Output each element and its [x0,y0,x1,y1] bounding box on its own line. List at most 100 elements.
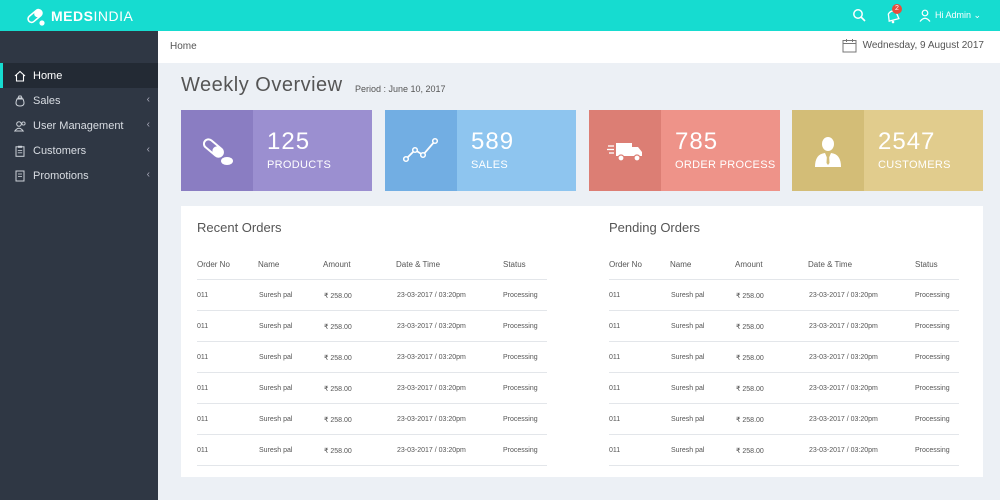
customer-name: Suresh pal [259,292,293,299]
table-row[interactable]: 011 Suresh pal ₹ 258.00 23-03-2017 / 03:… [609,311,959,342]
sidebar-item-promotions[interactable]: Promotions ‹ [0,163,158,188]
notification-badge: 2 [892,4,902,14]
amount: ₹ 258.00 [736,293,764,300]
order-status: Processing [503,354,538,361]
amount: ₹ 258.00 [324,417,352,424]
pending-orders-table: Order No Name Amount Date & Time Status … [609,250,959,466]
table-row[interactable]: 011 Suresh pal ₹ 258.00 23-03-2017 / 03:… [609,404,959,435]
section-title: Pending Orders [609,220,701,235]
order-status: Processing [915,354,950,361]
customer-name: Suresh pal [259,385,293,392]
stat-card-sales[interactable]: 589 SALES [385,110,576,191]
order-status: Processing [915,292,950,299]
sidebar-item-label: Home [33,69,63,82]
table-row[interactable]: 011 Suresh pal ₹ 258.00 23-03-2017 / 03:… [197,404,547,435]
column-header[interactable]: Name [258,260,279,269]
order-no: 011 [197,323,209,330]
chevron-left-icon: ‹ [146,94,150,105]
breadcrumb-bar: Home Wednesday, 9 August 2017 [158,31,1000,63]
order-status: Processing [503,323,538,330]
stat-card-products[interactable]: 125 PRODUCTS [181,110,372,191]
customer-icon [815,136,841,167]
customer-name: Suresh pal [259,354,293,361]
customer-name: Suresh pal [671,416,705,423]
stat-card-customers[interactable]: 2547 CUSTOMERS [792,110,983,191]
order-no: 011 [197,385,209,392]
order-status: Processing [915,447,950,454]
customer-name: Suresh pal [671,323,705,330]
stat-value: 125 [267,128,311,155]
stat-label: CUSTOMERS [878,159,951,171]
order-no: 011 [609,385,621,392]
stat-value: 2547 [878,128,936,155]
user-menu[interactable]: Hi Admin ⌄ [935,10,981,21]
table-row[interactable]: 011 Suresh pal ₹ 258.00 23-03-2017 / 03:… [609,342,959,373]
order-status: Processing [915,323,950,330]
stat-label: SALES [471,159,508,171]
column-header[interactable]: Date & Time [396,260,440,269]
table-row[interactable]: 011 Suresh pal ₹ 258.00 23-03-2017 / 03:… [197,342,547,373]
section-title: Recent Orders [197,220,282,235]
sidebar-item-label: Customers [33,144,87,157]
order-status: Processing [503,292,538,299]
stat-value: 589 [471,128,515,155]
tag-icon [15,170,25,181]
table-row[interactable]: 011 Suresh pal ₹ 258.00 23-03-2017 / 03:… [197,435,547,466]
search-icon[interactable] [852,8,866,22]
sidebar-item-label: Sales [33,94,61,107]
amount: ₹ 258.00 [324,355,352,362]
amount: ₹ 258.00 [324,324,352,331]
top-bar: MEDSINDIA 2 Hi Admin ⌄ [0,0,1000,31]
order-no: 011 [609,447,621,454]
amount: ₹ 258.00 [324,293,352,300]
order-no: 011 [609,354,621,361]
stat-card-order-process[interactable]: 785 ORDER PROCESS [589,110,780,191]
column-header[interactable]: Amount [323,260,351,269]
date-time: 23-03-2017 / 03:20pm [809,323,878,330]
amount: ₹ 258.00 [736,324,764,331]
date-time: 23-03-2017 / 03:20pm [809,354,878,361]
customer-name: Suresh pal [671,385,705,392]
stat-label: PRODUCTS [267,159,332,171]
user-icon[interactable] [919,9,931,22]
order-status: Processing [503,385,538,392]
sidebar: Home Sales ‹ User Management ‹ Customers… [0,31,158,500]
order-status: Processing [503,416,538,423]
date-time: 23-03-2017 / 03:20pm [397,416,466,423]
customer-name: Suresh pal [259,323,293,330]
clipboard-icon [15,145,25,157]
column-header[interactable]: Status [915,260,938,269]
column-header[interactable]: Status [503,260,526,269]
sidebar-item-home[interactable]: Home [0,63,158,88]
order-no: 011 [197,416,209,423]
column-header[interactable]: Order No [197,260,230,269]
breadcrumb[interactable]: Home [170,41,197,52]
money-bag-icon [15,95,25,107]
order-no: 011 [197,292,209,299]
current-date: Wednesday, 9 August 2017 [842,38,984,53]
table-row[interactable]: 011 Suresh pal ₹ 258.00 23-03-2017 / 03:… [197,280,547,311]
table-header: Order No Name Amount Date & Time Status [609,250,959,280]
order-status: Processing [503,447,538,454]
sidebar-item-label: Promotions [33,169,89,182]
table-row[interactable]: 011 Suresh pal ₹ 258.00 23-03-2017 / 03:… [197,311,547,342]
calendar-icon [842,39,857,53]
customer-name: Suresh pal [671,292,705,299]
brand-logo[interactable]: MEDSINDIA [24,5,133,27]
order-no: 011 [197,354,209,361]
sidebar-item-sales[interactable]: Sales ‹ [0,88,158,113]
table-row[interactable]: 011 Suresh pal ₹ 258.00 23-03-2017 / 03:… [609,435,959,466]
sidebar-item-customers[interactable]: Customers ‹ [0,138,158,163]
orders-panel: Recent Orders Order No Name Amount Date … [181,206,983,477]
amount: ₹ 258.00 [736,448,764,455]
column-header[interactable]: Amount [735,260,763,269]
table-row[interactable]: 011 Suresh pal ₹ 258.00 23-03-2017 / 03:… [609,373,959,404]
amount: ₹ 258.00 [736,417,764,424]
table-row[interactable]: 011 Suresh pal ₹ 258.00 23-03-2017 / 03:… [197,373,547,404]
column-header[interactable]: Name [670,260,691,269]
column-header[interactable]: Date & Time [808,260,852,269]
sidebar-item-user-management[interactable]: User Management ‹ [0,113,158,138]
column-header[interactable]: Order No [609,260,642,269]
table-row[interactable]: 011 Suresh pal ₹ 258.00 23-03-2017 / 03:… [609,280,959,311]
users-icon [14,120,26,131]
